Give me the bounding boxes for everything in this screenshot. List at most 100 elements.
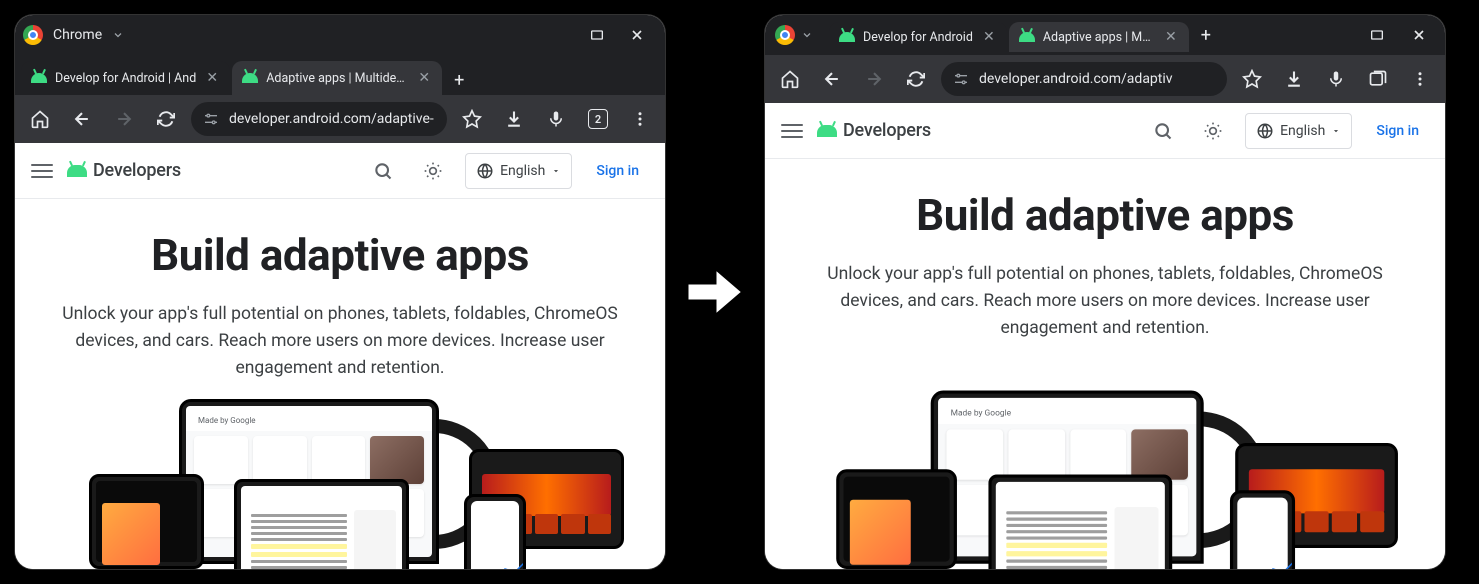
hero-devices: Made by Google [784, 391, 1445, 570]
tab-develop-for-android[interactable]: Develop for Android ✕ [829, 22, 1007, 52]
laptop-label: Made by Google [951, 408, 1011, 417]
overflow-menu-button[interactable] [1403, 62, 1437, 96]
language-picker[interactable]: English [1245, 113, 1352, 149]
tablet-light-graphic [234, 479, 409, 569]
chrome-window-narrow: Chrome Develop for Android | And ✕ Adapt… [15, 15, 665, 569]
reload-button[interactable] [899, 62, 933, 96]
site-header: Developers English Sign in [765, 103, 1445, 159]
tab-title: Develop for Android [863, 30, 973, 45]
reload-button[interactable] [149, 102, 183, 136]
language-label: English [500, 163, 545, 179]
window-titlebar: Develop for Android ✕ Adaptive apps | Mu… [765, 15, 1445, 55]
developers-logo[interactable]: Developers [817, 120, 931, 141]
chrome-icon [23, 25, 43, 45]
menu-button[interactable] [31, 164, 53, 178]
search-button[interactable] [365, 153, 401, 189]
language-picker[interactable]: English [465, 153, 572, 189]
forward-button[interactable] [857, 62, 891, 96]
page-content: Build adaptive apps Unlock your app's fu… [15, 199, 665, 569]
bookmark-button[interactable] [455, 102, 489, 136]
back-button[interactable] [65, 102, 99, 136]
signin-link[interactable]: Sign in [1366, 123, 1429, 139]
brand-text: Developers [93, 160, 181, 181]
close-window-button[interactable] [617, 15, 657, 55]
developers-logo[interactable]: Developers [67, 160, 181, 181]
phone-graphic [464, 494, 526, 569]
close-window-button[interactable] [1399, 15, 1439, 55]
maximize-button[interactable] [577, 15, 617, 55]
tab-develop-for-android[interactable]: Develop for Android | And ✕ [21, 61, 230, 95]
chevron-down-icon [1331, 126, 1341, 136]
app-label: Chrome [53, 27, 102, 43]
home-button[interactable] [773, 62, 807, 96]
search-button[interactable] [1145, 113, 1181, 149]
tab-adaptive-apps[interactable]: Adaptive apps | Mult ✕ [1009, 22, 1189, 52]
tab-adaptive-apps[interactable]: Adaptive apps | Multidevic ✕ [232, 61, 442, 95]
signin-link[interactable]: Sign in [586, 163, 649, 179]
home-button[interactable] [23, 102, 57, 136]
maximize-button[interactable] [1357, 15, 1397, 55]
url-text: developer.android.com/adaptive- [229, 111, 435, 127]
tab-title: Adaptive apps | Multidevic [266, 71, 408, 86]
window-titlebar: Chrome [15, 15, 665, 55]
url-text: developer.android.com/adaptiv [979, 71, 1215, 87]
mic-button[interactable] [1319, 62, 1353, 96]
forward-button[interactable] [107, 102, 141, 136]
android-icon [1019, 32, 1035, 42]
tab-title: Adaptive apps | Mult [1043, 30, 1155, 45]
download-button[interactable] [497, 102, 531, 136]
tab-strip: Develop for Android | And ✕ Adaptive app… [15, 55, 665, 95]
language-label: English [1280, 123, 1325, 139]
address-bar[interactable]: developer.android.com/adaptiv [941, 62, 1227, 96]
page-content: Build adaptive apps Unlock your app's fu… [765, 159, 1445, 569]
chart-graphic [475, 554, 526, 569]
tab-switcher-button[interactable] [1361, 62, 1395, 96]
back-button[interactable] [815, 62, 849, 96]
android-icon [67, 165, 87, 177]
tab-count-button[interactable]: 2 [581, 102, 615, 136]
overflow-menu-button[interactable] [623, 102, 657, 136]
menu-button[interactable] [781, 124, 803, 138]
close-tab-icon[interactable]: ✕ [1163, 29, 1179, 45]
android-icon [242, 73, 258, 83]
address-bar[interactable]: developer.android.com/adaptive- [191, 102, 447, 136]
tablet-dark-graphic [89, 474, 204, 569]
tablet-dark-graphic [836, 469, 957, 569]
close-tab-icon[interactable]: ✕ [981, 29, 997, 45]
android-icon [31, 73, 47, 83]
globe-icon [476, 162, 494, 180]
tab-title: Develop for Android | And [55, 71, 196, 86]
transition-arrow-icon [685, 262, 745, 322]
site-header: Developers English Sign in [15, 143, 665, 199]
bookmark-button[interactable] [1235, 62, 1269, 96]
chevron-down-icon[interactable] [801, 29, 813, 41]
chevron-down-icon [551, 166, 561, 176]
page-heading: Build adaptive apps [916, 189, 1294, 241]
close-tab-icon[interactable]: ✕ [416, 70, 432, 86]
android-icon [817, 125, 837, 137]
chrome-icon [775, 25, 795, 45]
mic-button[interactable] [539, 102, 573, 136]
page-heading: Build adaptive apps [151, 229, 529, 281]
tablet-light-graphic [988, 475, 1172, 570]
chart-graphic [1242, 553, 1296, 569]
tab-count-badge: 2 [588, 109, 608, 129]
theme-toggle-button[interactable] [415, 153, 451, 189]
hero-devices: Made by Google [39, 399, 641, 569]
new-tab-button[interactable]: + [1191, 20, 1221, 50]
globe-icon [1256, 122, 1274, 140]
tune-icon[interactable] [203, 111, 219, 127]
new-tab-button[interactable]: + [444, 65, 474, 95]
theme-toggle-button[interactable] [1195, 113, 1231, 149]
laptop-label: Made by Google [198, 416, 256, 425]
download-button[interactable] [1277, 62, 1311, 96]
page-subtext: Unlock your app's full potential on phon… [795, 261, 1415, 342]
phone-graphic [1230, 490, 1295, 569]
page-subtext: Unlock your app's full potential on phon… [39, 301, 641, 382]
chevron-down-icon[interactable] [112, 29, 124, 41]
brand-text: Developers [843, 120, 931, 141]
close-tab-icon[interactable]: ✕ [204, 70, 220, 86]
toolbar: developer.android.com/adaptiv [765, 55, 1445, 103]
toolbar: developer.android.com/adaptive- 2 [15, 95, 665, 143]
tune-icon[interactable] [953, 71, 969, 87]
